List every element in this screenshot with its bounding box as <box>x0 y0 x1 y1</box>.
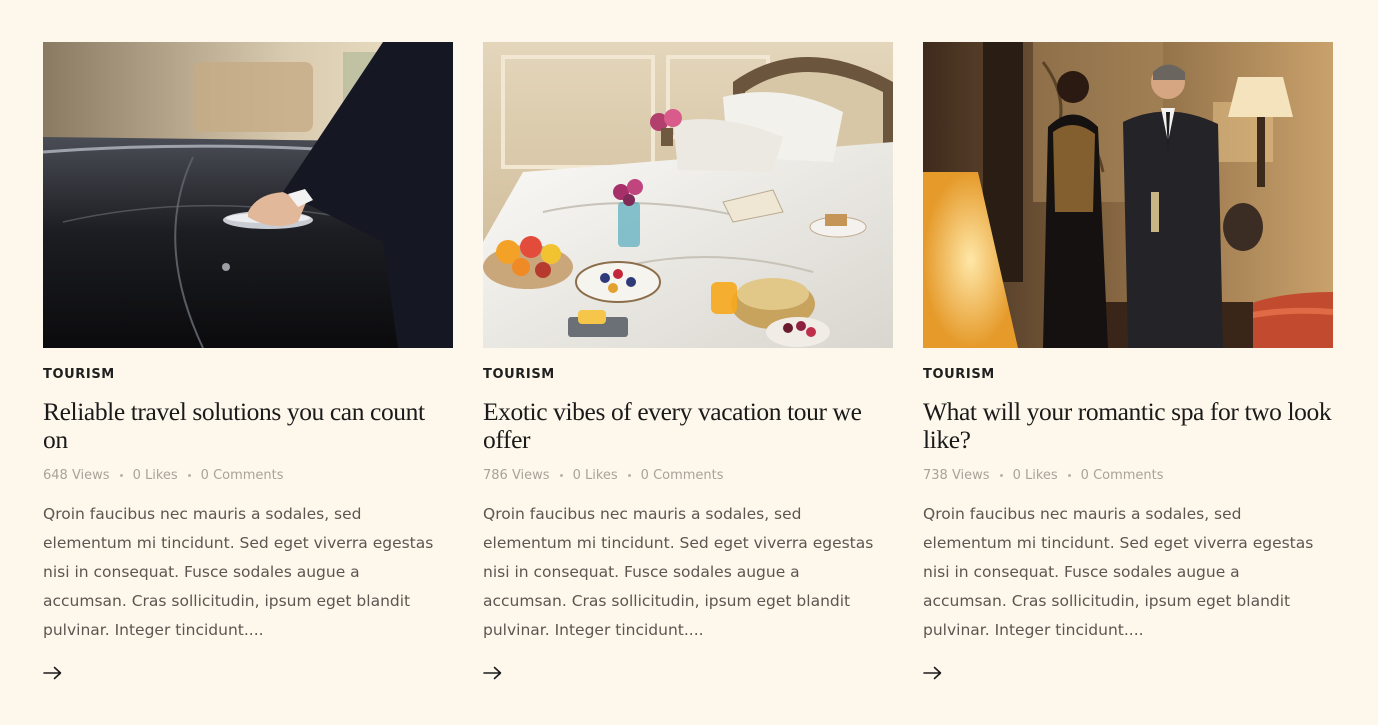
meta-separator <box>627 474 631 477</box>
blog-post-grid: TOURISM Reliable travel solutions you ca… <box>43 42 1333 684</box>
post-title[interactable]: Reliable travel solutions you can count … <box>43 398 453 454</box>
meta-separator <box>1067 474 1071 477</box>
post-likes[interactable]: 0 Likes <box>573 468 618 483</box>
arrow-right-icon <box>483 666 502 680</box>
post-comments[interactable]: 0 Comments <box>1081 468 1164 483</box>
meta-separator <box>559 474 563 477</box>
post-views: 786 Views <box>483 468 550 483</box>
chauffeur-car-door-photo <box>43 42 453 348</box>
post-category[interactable]: TOURISM <box>483 367 555 382</box>
post-title[interactable]: What will your romantic spa for two look… <box>923 398 1333 454</box>
post-meta: 738 Views 0 Likes 0 Comments <box>923 468 1333 483</box>
arrow-right-icon <box>43 666 62 680</box>
post-image-link[interactable] <box>483 42 893 348</box>
post-meta: 786 Views 0 Likes 0 Comments <box>483 468 893 483</box>
post-excerpt: Qroin faucibus nec mauris a sodales, sed… <box>43 505 434 639</box>
arrow-right-icon <box>923 666 942 680</box>
post-meta: 648 Views 0 Likes 0 Comments <box>43 468 453 483</box>
read-more-button[interactable] <box>43 665 63 684</box>
post-category[interactable]: TOURISM <box>923 367 995 382</box>
post-image-link[interactable] <box>923 42 1333 348</box>
post-excerpt: Qroin faucibus nec mauris a sodales, sed… <box>483 505 874 639</box>
post-views: 648 Views <box>43 468 110 483</box>
blog-post-card: TOURISM Reliable travel solutions you ca… <box>43 42 453 684</box>
post-image-link[interactable] <box>43 42 453 348</box>
post-comments[interactable]: 0 Comments <box>641 468 724 483</box>
post-likes[interactable]: 0 Likes <box>1013 468 1058 483</box>
post-likes[interactable]: 0 Likes <box>133 468 178 483</box>
post-views: 738 Views <box>923 468 990 483</box>
meta-separator <box>119 474 123 477</box>
post-title[interactable]: Exotic vibes of every vacation tour we o… <box>483 398 893 454</box>
meta-separator <box>999 474 1003 477</box>
post-excerpt: Qroin faucibus nec mauris a sodales, sed… <box>923 505 1314 639</box>
read-more-button[interactable] <box>923 665 943 684</box>
post-comments[interactable]: 0 Comments <box>201 468 284 483</box>
couple-luxury-lounge-photo <box>923 42 1333 348</box>
blog-post-card: TOURISM Exotic vibes of every vacation t… <box>483 42 893 684</box>
blog-post-card: TOURISM What will your romantic spa for … <box>923 42 1333 684</box>
hotel-bed-breakfast-photo <box>483 42 893 348</box>
meta-separator <box>187 474 191 477</box>
read-more-button[interactable] <box>483 665 503 684</box>
post-category[interactable]: TOURISM <box>43 367 115 382</box>
